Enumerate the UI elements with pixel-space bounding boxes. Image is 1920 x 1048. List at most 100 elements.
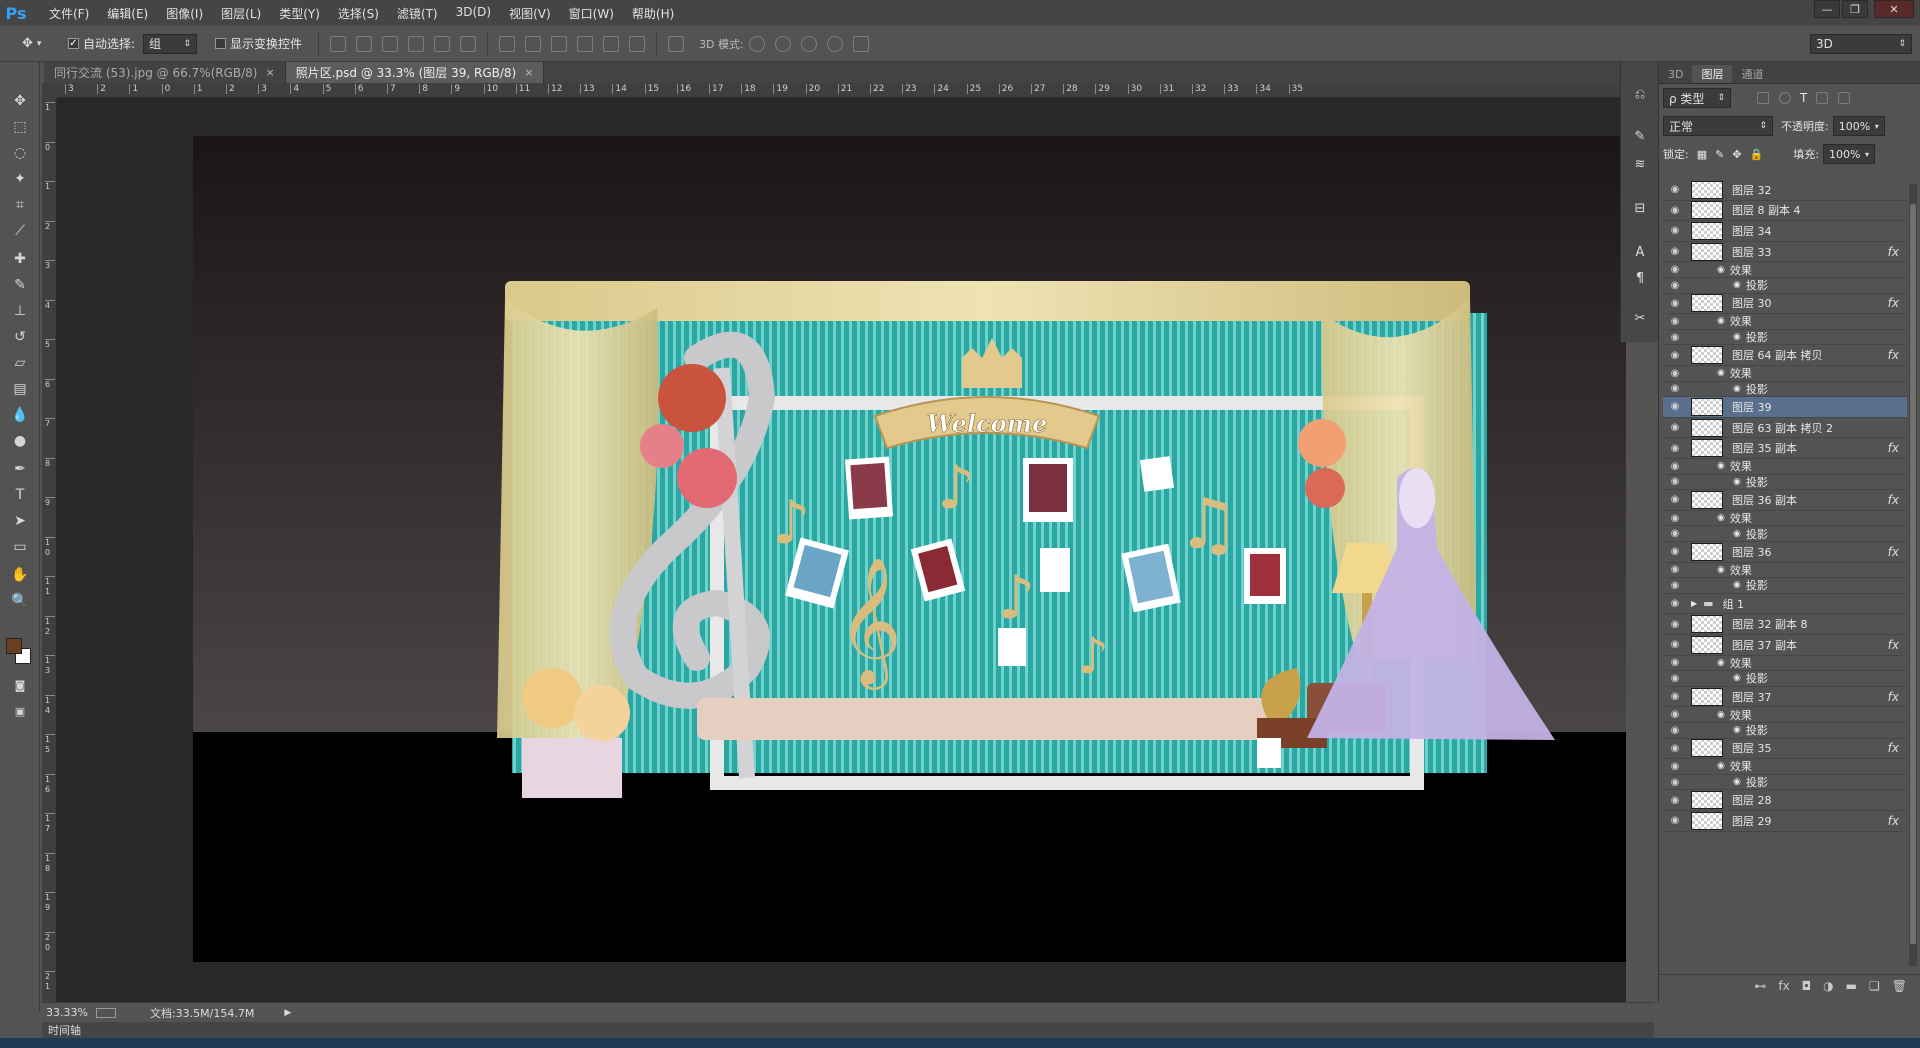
3d-roll-icon[interactable]	[774, 35, 791, 52]
menu-item[interactable]: 图层(L)	[212, 5, 270, 22]
tools-panel-icon[interactable]: ✂	[1630, 308, 1650, 328]
visibility-eye-icon[interactable]: ◉	[1667, 761, 1683, 772]
distribute-top-icon[interactable]	[499, 35, 516, 52]
auto-select-dropdown[interactable]: 组 ⇕	[143, 33, 198, 54]
panel-tab[interactable]: 图层	[1692, 65, 1733, 83]
visibility-eye-icon[interactable]: ◉	[1667, 383, 1683, 394]
move-tool-icon[interactable]: ✥	[8, 90, 32, 112]
auto-select-checkbox[interactable]: ✓ 自动选择:	[68, 35, 135, 52]
layer-row[interactable]: ◉ 图层 63 副本 拷贝 2	[1663, 418, 1907, 439]
brush-panel-icon[interactable]: ✎	[1630, 126, 1650, 146]
visibility-eye-icon[interactable]: ◉	[1667, 725, 1683, 736]
document-tab[interactable]: 同行交流 (53).jpg @ 66.7%(RGB/8) ×	[44, 62, 286, 83]
scrollbar-thumb[interactable]	[1910, 204, 1916, 944]
layer-row[interactable]: ◉ 图层 32	[1663, 180, 1907, 201]
foreground-color-swatch[interactable]	[6, 638, 22, 654]
filter-adjustment-icon[interactable]	[1779, 92, 1791, 104]
visibility-eye-icon[interactable]: ◉	[1667, 264, 1683, 275]
magic-wand-tool-icon[interactable]: ✦	[8, 168, 32, 190]
fx-icon[interactable]: fx	[1888, 638, 1899, 652]
type-tool-icon[interactable]: T	[8, 484, 32, 506]
effect-item-row[interactable]: ◉ ◉ 投影	[1663, 278, 1907, 294]
visibility-eye-icon[interactable]: ◉	[1667, 513, 1683, 524]
layer-row[interactable]: ◉ 图层 39	[1663, 397, 1907, 418]
visibility-eye-icon[interactable]: ◉	[1667, 580, 1683, 591]
effect-item-row[interactable]: ◉ ◉ 投影	[1663, 475, 1907, 491]
fx-icon[interactable]: fx	[1888, 245, 1899, 259]
fx-icon[interactable]: fx	[1888, 690, 1899, 704]
visibility-eye-icon[interactable]: ◉	[1667, 298, 1683, 309]
opacity-input[interactable]: 100% ▾	[1832, 116, 1885, 136]
visibility-eye-icon[interactable]: ◉	[1667, 673, 1683, 684]
screen-mode-icon[interactable]: ▣	[8, 700, 32, 722]
effect-visibility-icon[interactable]: ◉	[1717, 316, 1725, 326]
visibility-eye-icon[interactable]: ◉	[1667, 401, 1683, 412]
effect-visibility-icon[interactable]: ◉	[1733, 529, 1741, 539]
visibility-eye-icon[interactable]: ◉	[1667, 280, 1683, 291]
menu-item[interactable]: 3D(D)	[447, 5, 500, 22]
visibility-eye-icon[interactable]: ◉	[1667, 691, 1683, 702]
fx-icon[interactable]: fx	[1888, 545, 1899, 559]
expand-arrow-icon[interactable]: ▶	[1691, 599, 1697, 608]
align-left-icon[interactable]	[408, 35, 425, 52]
lasso-tool-icon[interactable]: ◌	[8, 142, 32, 164]
fx-icon[interactable]: fx	[1888, 741, 1899, 755]
layer-row[interactable]: ◉ 图层 8 副本 4	[1663, 201, 1907, 222]
menu-item[interactable]: 视图(V)	[500, 5, 560, 22]
effect-item-row[interactable]: ◉ ◉ 投影	[1663, 382, 1907, 398]
fx-icon[interactable]: fx	[1888, 296, 1899, 310]
menu-item[interactable]: 选择(S)	[329, 5, 388, 22]
quick-mask-icon[interactable]: ◙	[8, 674, 32, 696]
effect-visibility-icon[interactable]: ◉	[1733, 777, 1741, 787]
effect-visibility-icon[interactable]: ◉	[1717, 710, 1725, 720]
move-tool-preset[interactable]: ✥ ▾	[22, 33, 58, 55]
effect-item-row[interactable]: ◉ ◉ 投影	[1663, 723, 1907, 739]
3d-scale-icon[interactable]	[852, 35, 869, 52]
menu-item[interactable]: 窗口(W)	[560, 5, 623, 22]
effect-visibility-icon[interactable]: ◉	[1733, 580, 1741, 590]
visibility-eye-icon[interactable]: ◉	[1667, 461, 1683, 472]
visibility-eye-icon[interactable]: ◉	[1667, 246, 1683, 257]
effect-visibility-icon[interactable]: ◉	[1733, 725, 1741, 735]
menu-item[interactable]: 编辑(E)	[98, 5, 157, 22]
lock-all-icon[interactable]: 🔒	[1750, 148, 1764, 161]
visibility-eye-icon[interactable]: ◉	[1667, 815, 1683, 826]
eyedropper-tool-icon[interactable]: ⟋	[8, 220, 32, 242]
character-panel-icon[interactable]: A	[1630, 242, 1650, 262]
visibility-eye-icon[interactable]: ◉	[1667, 184, 1683, 195]
new-layer-icon[interactable]: ❏	[1869, 979, 1880, 993]
visibility-eye-icon[interactable]: ◉	[1667, 368, 1683, 379]
align-vcenter-icon[interactable]	[356, 35, 373, 52]
visibility-eye-icon[interactable]: ◉	[1667, 639, 1683, 650]
menu-item[interactable]: 滤镜(T)	[388, 5, 447, 22]
layer-row[interactable]: ◉ 图层 32 副本 8	[1663, 614, 1907, 635]
layer-effects-row[interactable]: ◉ ◉ 效果	[1663, 563, 1907, 579]
effect-visibility-icon[interactable]: ◉	[1733, 280, 1741, 290]
effect-item-row[interactable]: ◉ ◉ 投影	[1663, 526, 1907, 542]
effect-visibility-icon[interactable]: ◉	[1733, 673, 1741, 683]
visibility-eye-icon[interactable]: ◉	[1667, 528, 1683, 539]
layer-row[interactable]: ◉ 图层 33 fx	[1663, 242, 1907, 263]
ruler-vertical[interactable]: 101234567891 01 11 21 31 41 51 61 71 81 …	[42, 98, 57, 1002]
effect-visibility-icon[interactable]: ◉	[1717, 265, 1725, 275]
visibility-eye-icon[interactable]: ◉	[1667, 225, 1683, 236]
visibility-eye-icon[interactable]: ◉	[1667, 546, 1683, 557]
3d-pan-icon[interactable]	[800, 35, 817, 52]
fx-icon[interactable]: fx	[1888, 493, 1899, 507]
ruler-horizontal[interactable]: 3 2 1 0 1 2 3 4 5 6 7 8 9 10 11 12 13 14 15 16 17 18 19 20 21 22 2…	[57, 83, 1626, 98]
distribute-hcenter-icon[interactable]	[603, 35, 620, 52]
blend-mode-dropdown[interactable]: 正常 ⇕	[1663, 116, 1773, 136]
dodge-tool-icon[interactable]: ●	[8, 430, 32, 452]
layer-row[interactable]: ◉ 图层 34	[1663, 221, 1907, 242]
workspace-dropdown[interactable]: 3D ⇕	[1810, 33, 1912, 54]
distribute-bottom-icon[interactable]	[551, 35, 568, 52]
link-icon[interactable]: ⊷	[1754, 979, 1766, 993]
visibility-eye-icon[interactable]: ◉	[1667, 350, 1683, 361]
layer-row[interactable]: ◉ 图层 28	[1663, 790, 1907, 811]
visibility-eye-icon[interactable]: ◉	[1667, 777, 1683, 788]
3d-rotate-icon[interactable]	[748, 35, 765, 52]
visibility-eye-icon[interactable]: ◉	[1667, 709, 1683, 720]
distribute-left-icon[interactable]	[577, 35, 594, 52]
layer-row[interactable]: ◉ 图层 29 fx	[1663, 811, 1907, 832]
layer-row[interactable]: ◉ 图层 36 fx	[1663, 542, 1907, 563]
